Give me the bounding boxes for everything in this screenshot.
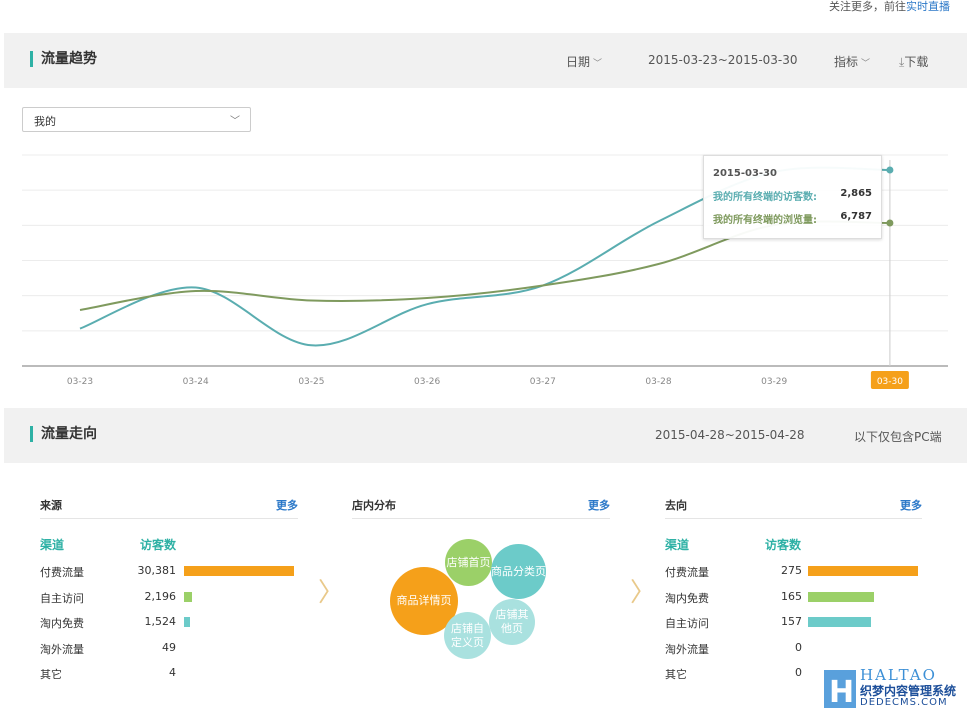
tooltip-row-visitors: 我的所有终端的访客数: 2,865 (713, 188, 872, 203)
channel-value: 157 (781, 615, 802, 628)
visitors-col-header: 访客数 (765, 538, 802, 552)
watermark-url: DEDECMS.COM (860, 697, 948, 708)
svg-text:H: H (829, 675, 854, 710)
channel-value: 2,196 (144, 589, 177, 603)
x-tick-label: 03-28 (645, 377, 671, 387)
chevron-right-icon: 〉 (318, 578, 345, 608)
channel-name: 其它 (665, 668, 687, 681)
distribution-head: 店内分布 更多 (352, 497, 610, 519)
visitors-col-header: 访客数 (140, 538, 177, 552)
channel-name: 付费流量 (40, 566, 84, 579)
chevron-right-icon: 〉 (630, 578, 657, 608)
channel-row[interactable]: 淘外流量 49 (40, 640, 298, 656)
channel-col-header: 渠道 (665, 538, 690, 552)
source-panel: 来源 更多 渠道 访客数 付费流量 30,381 自主访问 2,196 淘内免费 1,52… (40, 497, 298, 697)
channel-row[interactable]: 付费流量 275 (665, 564, 923, 579)
bubble-shop-home[interactable]: 店铺首页 (445, 539, 492, 586)
bubble-category-page[interactable]: 商品分类页 (491, 544, 546, 599)
x-tick-label: 03-23 (67, 377, 93, 387)
distribution-title: 店内分布 (352, 499, 396, 512)
tooltip-date: 2015-03-30 (713, 168, 777, 179)
x-tick-label: 03-25 (298, 377, 324, 387)
channel-value: 165 (781, 589, 802, 603)
channel-row[interactable]: 自主访问 2,196 (40, 589, 298, 605)
channel-bar (184, 566, 294, 576)
channel-name: 自主访问 (665, 617, 709, 630)
data-point[interactable] (886, 166, 894, 174)
pc-only-note: 以下仅包含PC端 (854, 430, 942, 444)
data-point[interactable] (886, 219, 894, 227)
source-title: 来源 (40, 499, 62, 512)
channel-bar (184, 617, 190, 627)
channel-bar (808, 566, 918, 576)
destination-title: 去向 (665, 499, 687, 512)
channel-name: 自主访问 (40, 591, 84, 605)
channel-row[interactable]: 付费流量 30,381 (40, 564, 298, 579)
channel-row[interactable]: 自主访问 157 (665, 615, 923, 630)
flow-title: 流量走向 (30, 426, 97, 442)
channel-row[interactable]: 淘外流量 0 (665, 640, 923, 656)
channel-name: 淘外流量 (40, 642, 84, 656)
x-tick-label: 03-26 (414, 377, 440, 387)
tooltip-row-views: 我的所有终端的浏览量: 6,787 (713, 211, 872, 226)
x-tick-label: 03-30 (877, 377, 903, 387)
channel-row[interactable]: 淘内免费 1,524 (40, 615, 298, 630)
channel-name: 付费流量 (665, 566, 709, 579)
tooltip-value: 6,787 (840, 211, 872, 222)
tooltip-label: 我的所有终端的浏览量: (713, 215, 817, 226)
channel-value: 1,524 (144, 615, 177, 628)
source-head: 来源 更多 (40, 497, 298, 519)
flow-header: 流量走向 2015-04-28~2015-04-28 以下仅包含PC端 (4, 408, 967, 463)
bubble-shop-custom[interactable]: 店铺自定义页 (444, 612, 491, 659)
channel-value: 0 (795, 666, 802, 679)
channel-value: 30,381 (137, 564, 177, 577)
channel-bar (808, 591, 874, 602)
chart-tooltip: 2015-03-30 我的所有终端的访客数: 2,865 我的所有终端的浏览量:… (703, 155, 882, 239)
tooltip-value: 2,865 (840, 188, 872, 199)
x-tick-label: 03-24 (183, 377, 209, 387)
channel-value: 0 (795, 640, 802, 654)
channel-value: 4 (169, 666, 176, 679)
channel-name: 淘内免费 (665, 591, 709, 605)
x-tick-label: 03-29 (761, 377, 787, 387)
channel-row[interactable]: 其它 4 (40, 666, 298, 681)
channel-name: 淘内免费 (40, 617, 84, 630)
channel-value: 49 (162, 640, 176, 654)
channel-name: 其它 (40, 668, 62, 681)
channel-value: 275 (781, 564, 802, 577)
flow-date-range: 2015-04-28~2015-04-28 (655, 428, 805, 442)
channel-bar (808, 617, 871, 627)
channel-name: 淘外流量 (665, 642, 709, 656)
source-more-link[interactable]: 更多 (276, 497, 298, 513)
channel-bar (184, 591, 192, 602)
destination-head: 去向 更多 (665, 497, 922, 519)
channel-col-header: 渠道 (40, 538, 65, 552)
channel-row[interactable]: 淘内免费 165 (665, 589, 923, 605)
chart-ticks: 03-23 03-24 03-25 03-26 03-27 03-28 03-29 03-30 (67, 371, 909, 389)
tooltip-label: 我的所有终端的访客数: (713, 192, 817, 203)
watermark-logo: H HALTAO 织梦内容管理系统 DEDECMS.COM (824, 666, 962, 712)
destination-more-link[interactable]: 更多 (900, 497, 922, 513)
distribution-panel: 店内分布 更多 商品详情页 店铺首页 商品分类页 店铺其他页 店铺自定义页 (352, 497, 610, 697)
x-tick-label: 03-27 (530, 377, 556, 387)
bubble-shop-other[interactable]: 店铺其他页 (489, 599, 535, 645)
distribution-more-link[interactable]: 更多 (588, 497, 610, 513)
